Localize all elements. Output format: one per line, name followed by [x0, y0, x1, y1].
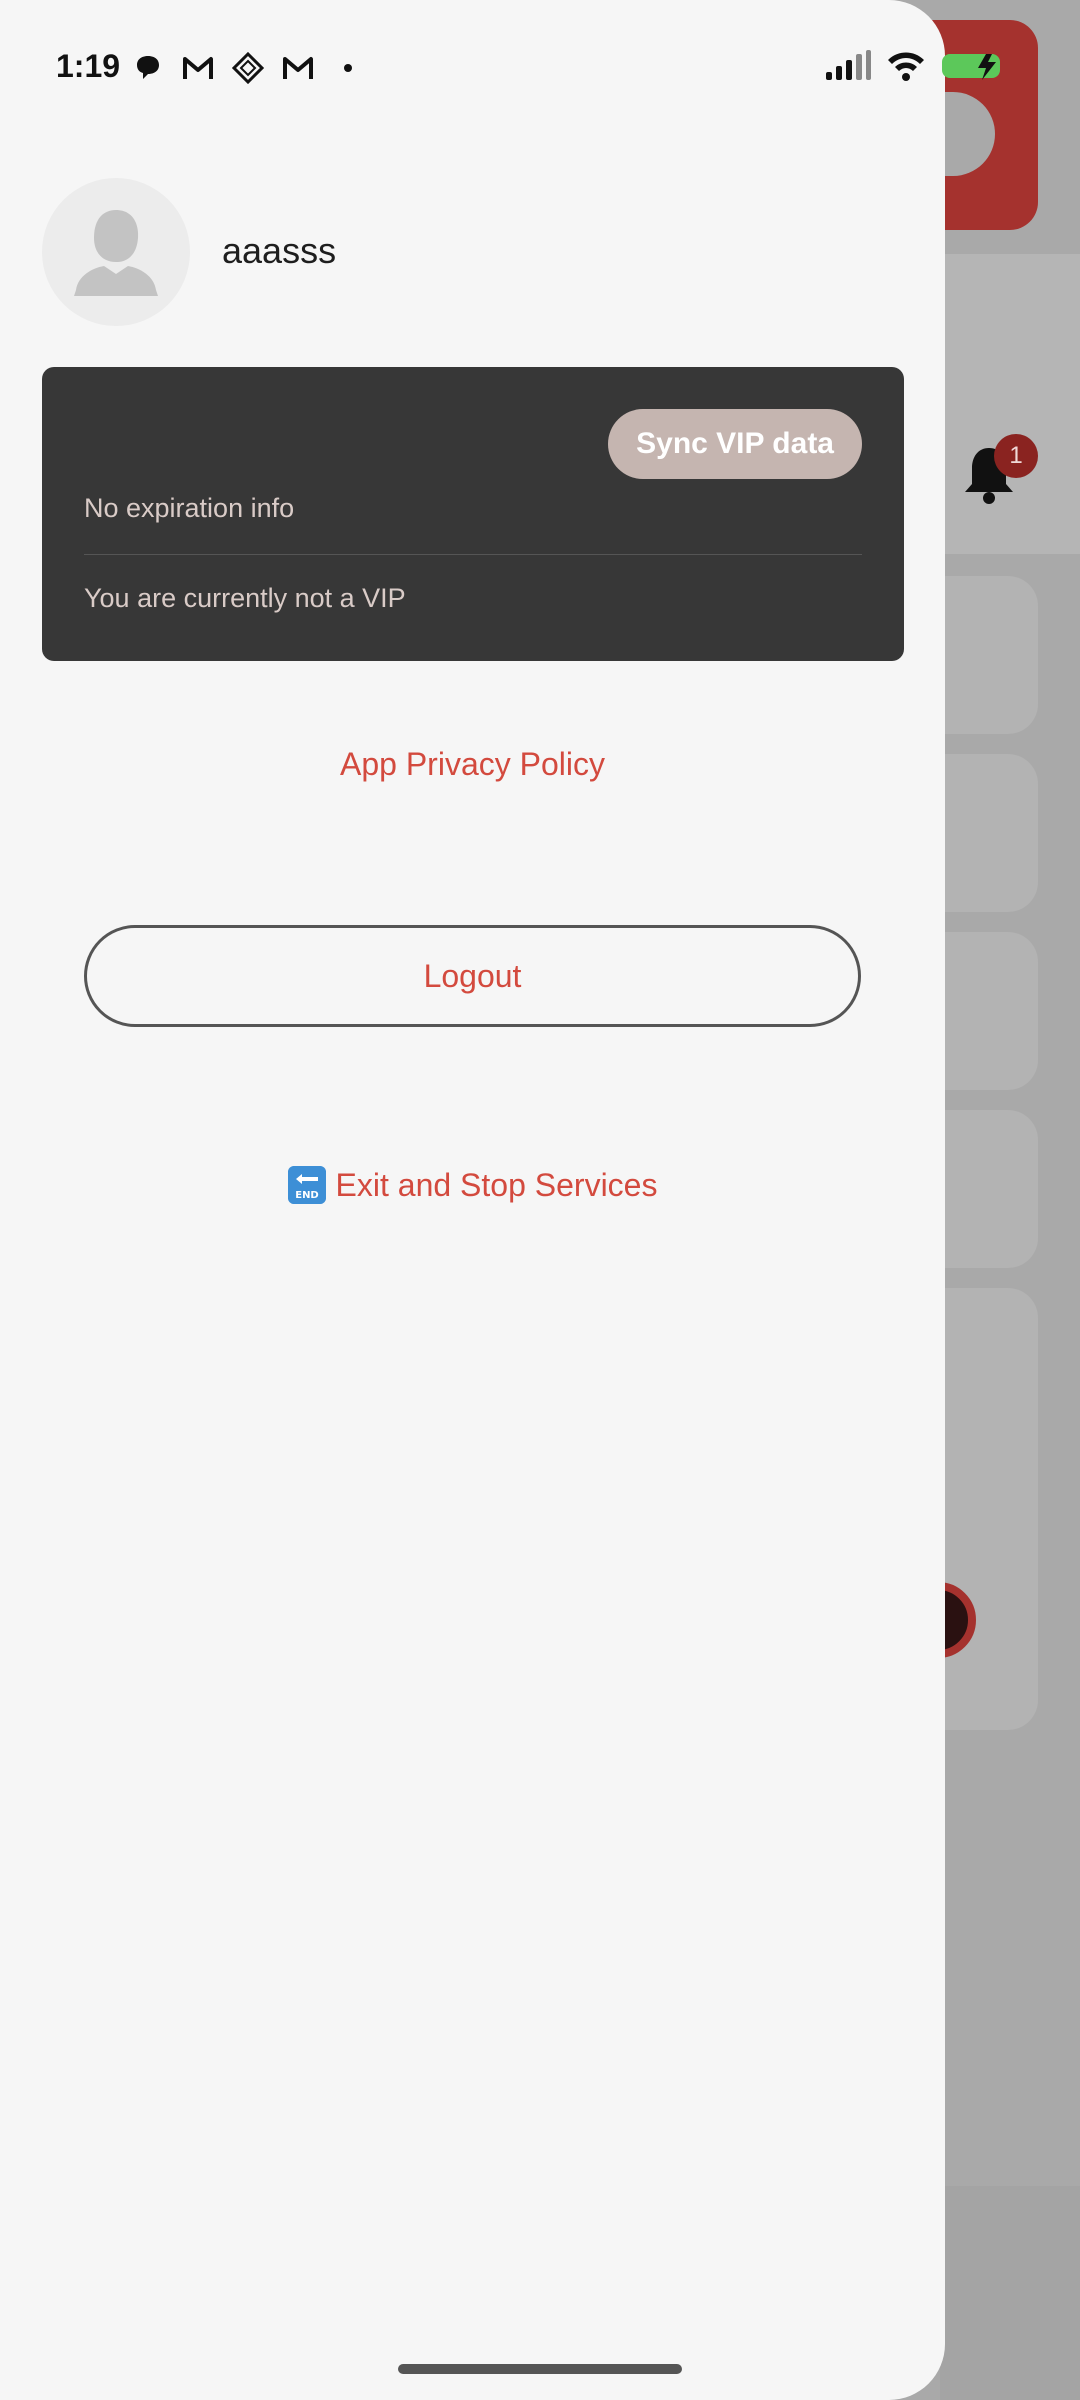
status-time: 1:19	[56, 48, 121, 84]
status-bar: 1:19	[0, 0, 1080, 136]
background-header-band	[940, 254, 1080, 554]
end-arrow-icon: END	[287, 1166, 326, 1204]
vip-expiration-text: No expiration info	[84, 493, 295, 523]
vip-card-divider	[84, 554, 862, 555]
svg-text:END: END	[295, 1190, 319, 1201]
diamond-app-icon	[230, 50, 266, 86]
vip-info-card: Sync VIP data No expiration info You are…	[42, 367, 904, 661]
gmail-icon	[180, 50, 216, 86]
exit-label: Exit and Stop Services	[335, 1166, 658, 1203]
privacy-policy-link[interactable]: App Privacy Policy	[0, 746, 945, 783]
vip-status-text: You are currently not a VIP	[84, 583, 406, 613]
system-icons	[824, 50, 1012, 82]
signal-icon	[826, 50, 871, 80]
wifi-icon	[888, 52, 924, 81]
navigation-drawer: aaasss Sync VIP data No expiration info …	[0, 0, 945, 2400]
sync-vip-data-button[interactable]: Sync VIP data	[608, 409, 862, 479]
home-indicator	[398, 2364, 682, 2374]
battery-charging-icon	[942, 54, 1000, 80]
chat-bubble-icon	[130, 50, 166, 86]
username-label: aaasss	[222, 230, 337, 271]
user-silhouette-icon	[74, 210, 158, 296]
gmail-icon	[280, 50, 316, 86]
background-bottom-bar	[940, 2186, 1080, 2400]
dot-icon	[330, 50, 366, 86]
notification-badge: 1	[994, 434, 1038, 478]
notification-icons	[130, 50, 366, 86]
logout-button[interactable]: Logout	[84, 925, 861, 1027]
avatar[interactable]	[42, 178, 190, 326]
exit-and-stop-services-button[interactable]: END Exit and Stop Services	[0, 1166, 945, 1204]
